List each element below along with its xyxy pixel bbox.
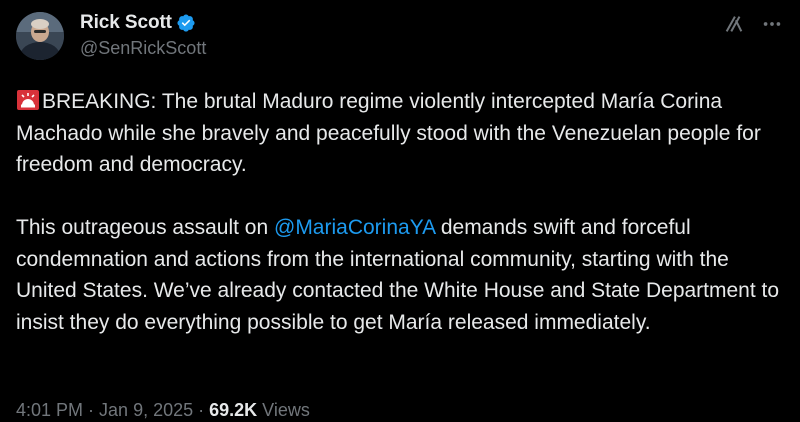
tweet-text: BREAKING: The brutal Maduro regime viole… [16, 86, 788, 338]
tweet-time[interactable]: 4:01 PM [16, 400, 83, 420]
more-horizontal-icon[interactable] [760, 12, 784, 36]
handle[interactable]: @SenRickScott [80, 38, 206, 59]
verified-badge-icon [176, 13, 196, 33]
tweet-card: Rick Scott @SenRickScott BREAKING: The b… [0, 0, 800, 422]
views-label: Views [257, 400, 310, 420]
avatar-image [16, 12, 64, 60]
tweet-paragraph: This outrageous assault on @MariaCorinaY… [16, 212, 788, 338]
display-name[interactable]: Rick Scott [80, 12, 172, 34]
tweet-meta: 4:01 PM · Jan 9, 2025 · 69.2K Views [16, 400, 310, 421]
tweet-paragraph: BREAKING: The brutal Maduro regime viole… [16, 86, 788, 181]
siren-emoji-icon [16, 89, 40, 111]
grok-icon[interactable] [722, 12, 746, 36]
tweet-date[interactable]: Jan 9, 2025 [99, 400, 193, 420]
meta-separator: · [83, 400, 100, 420]
top-actions [722, 12, 784, 36]
mention-link[interactable]: @MariaCorinaYA [274, 216, 435, 239]
author-block: Rick Scott @SenRickScott [80, 12, 206, 59]
avatar[interactable] [16, 12, 64, 60]
views-count: 69.2K [209, 400, 258, 420]
paragraph-2-before: This outrageous assault on [16, 216, 274, 239]
paragraph-1-text: BREAKING: The brutal Maduro regime viole… [16, 90, 761, 176]
meta-separator: · [193, 400, 210, 420]
